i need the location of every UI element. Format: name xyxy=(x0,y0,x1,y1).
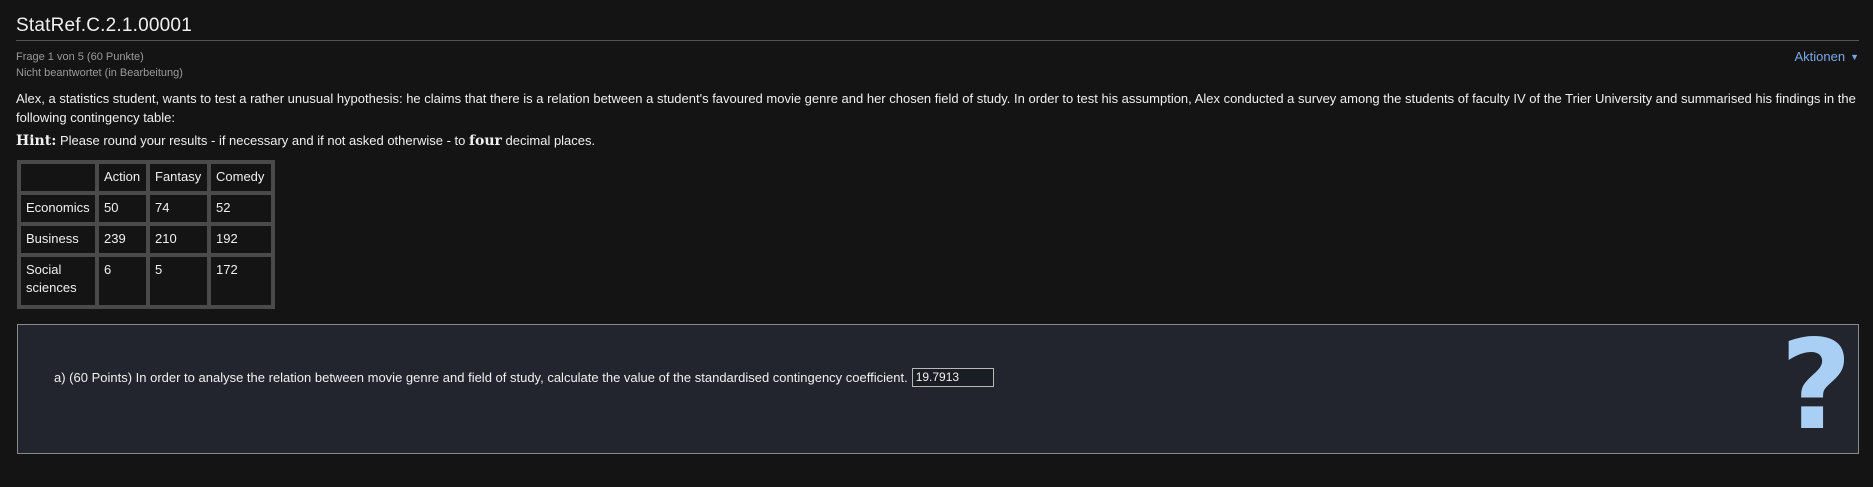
answer-prompt: a) (60 Points) In order to analyse the r… xyxy=(54,370,908,385)
hint: Hint: Please round your results - if nec… xyxy=(16,133,595,149)
actions-menu-button[interactable]: Aktionen ▼ xyxy=(1794,49,1859,64)
table-row: Social sciences 6 5 172 xyxy=(19,255,273,307)
hint-label: Hint: xyxy=(16,133,57,149)
table-row-label: Business xyxy=(19,224,97,255)
table-row-label: Social sciences xyxy=(19,255,97,307)
answer-input[interactable] xyxy=(911,368,994,387)
table-header-cell xyxy=(19,162,97,193)
answer-line: a) (60 Points) In order to analyse the r… xyxy=(54,368,994,387)
table-header-cell: Action xyxy=(97,162,148,193)
title-divider xyxy=(16,40,1859,41)
question-text: Alex, a statistics student, wants to tes… xyxy=(16,91,1856,125)
table-cell: 5 xyxy=(148,255,209,307)
question-mark-icon: ? xyxy=(1780,324,1852,454)
chevron-down-icon: ▼ xyxy=(1850,52,1859,62)
hint-text-bold: four xyxy=(468,133,502,149)
actions-label: Aktionen xyxy=(1794,49,1846,64)
table-cell: 52 xyxy=(209,193,273,224)
table-header-row: Action Fantasy Comedy xyxy=(19,162,273,193)
hint-text-post: decimal places. xyxy=(505,133,596,148)
question-page: StatRef.C.2.1.00001 Frage 1 von 5 (60 Pu… xyxy=(0,0,1873,487)
contingency-table: Action Fantasy Comedy Economics 50 74 52… xyxy=(17,160,275,309)
page-title: StatRef.C.2.1.00001 xyxy=(16,15,192,36)
hint-text-pre: Please round your results - if necessary… xyxy=(59,133,466,148)
table-row: Business 239 210 192 xyxy=(19,224,273,255)
table-cell: 172 xyxy=(209,255,273,307)
table-cell: 74 xyxy=(148,193,209,224)
table-cell: 192 xyxy=(209,224,273,255)
table-header-cell: Fantasy xyxy=(148,162,209,193)
table-row-label: Economics xyxy=(19,193,97,224)
table-header-cell: Comedy xyxy=(209,162,273,193)
table-cell: 239 xyxy=(97,224,148,255)
question-status: Nicht beantwortet (in Bearbeitung) xyxy=(16,67,183,79)
answer-panel: a) (60 Points) In order to analyse the r… xyxy=(17,324,1859,454)
table-cell: 50 xyxy=(97,193,148,224)
question-counter: Frage 1 von 5 (60 Punkte) xyxy=(16,51,144,63)
table-cell: 6 xyxy=(97,255,148,307)
table-cell: 210 xyxy=(148,224,209,255)
question-meta: Frage 1 von 5 (60 Punkte) Nicht beantwor… xyxy=(16,49,183,81)
table-row: Economics 50 74 52 xyxy=(19,193,273,224)
